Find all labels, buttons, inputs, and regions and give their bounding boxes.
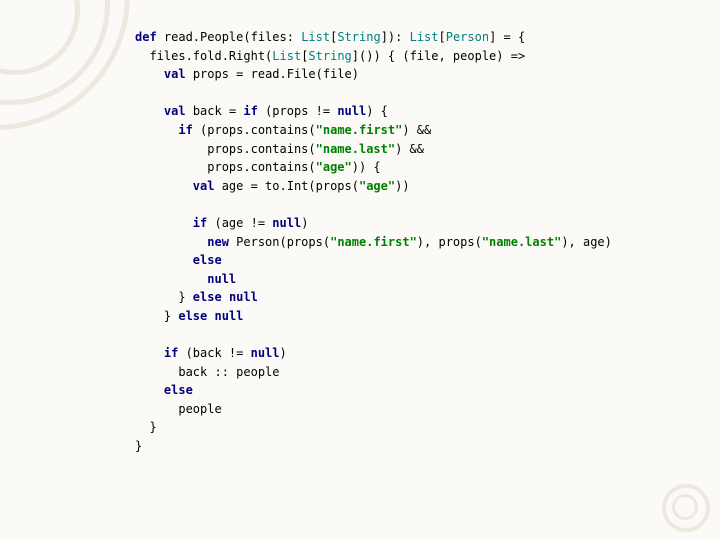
t xyxy=(135,123,178,137)
str: "name.first" xyxy=(330,235,417,249)
str: "age" xyxy=(359,179,395,193)
kw-null: null xyxy=(272,216,301,230)
type-string: String xyxy=(308,49,351,63)
kw-if: if xyxy=(164,346,178,360)
t xyxy=(135,272,207,286)
t: } xyxy=(135,290,193,304)
t: read.People(files: xyxy=(157,30,302,44)
t xyxy=(135,67,164,81)
kw-null: null xyxy=(337,104,366,118)
code-block: def read.People(files: List[String]): Li… xyxy=(135,28,612,456)
t: back = xyxy=(186,104,244,118)
t: } xyxy=(135,439,142,453)
kw-if: if xyxy=(243,104,257,118)
t xyxy=(222,290,229,304)
t: people xyxy=(135,402,222,416)
kw-if: if xyxy=(193,216,207,230)
t: props = read.File(file) xyxy=(186,67,359,81)
kw-null: null xyxy=(215,309,244,323)
t: ]): xyxy=(381,30,410,44)
kw-else: else xyxy=(193,253,222,267)
t: (props.contains( xyxy=(193,123,316,137)
type-list: List xyxy=(272,49,301,63)
t xyxy=(135,235,207,249)
t: ]()) { (file, people) => xyxy=(352,49,525,63)
t: ] = { xyxy=(489,30,525,44)
t: ) { xyxy=(366,104,388,118)
t: props.contains( xyxy=(135,160,316,174)
t: props.contains( xyxy=(135,142,316,156)
str: "name.last" xyxy=(316,142,395,156)
t: (back != xyxy=(178,346,250,360)
type-person: Person xyxy=(446,30,489,44)
t xyxy=(135,383,164,397)
t: files.fold.Right( xyxy=(135,49,272,63)
t: ) xyxy=(301,216,308,230)
t: ), props( xyxy=(417,235,482,249)
kw-else: else xyxy=(164,383,193,397)
kw-new: new xyxy=(207,235,229,249)
type-list: List xyxy=(410,30,439,44)
type-list: List xyxy=(301,30,330,44)
kw-if: if xyxy=(178,123,192,137)
t: Person(props( xyxy=(229,235,330,249)
t xyxy=(135,216,193,230)
t: } xyxy=(135,309,178,323)
kw-else: else xyxy=(193,290,222,304)
kw-val: val xyxy=(164,104,186,118)
t: [ xyxy=(439,30,446,44)
t: (props != xyxy=(258,104,337,118)
t xyxy=(135,104,164,118)
kw-null: null xyxy=(207,272,236,286)
str: "name.last" xyxy=(482,235,561,249)
kw-def: def xyxy=(135,30,157,44)
t: (age != xyxy=(207,216,272,230)
kw-else: else xyxy=(178,309,207,323)
t: ), age) xyxy=(561,235,612,249)
str: "age" xyxy=(316,160,352,174)
kw-val: val xyxy=(164,67,186,81)
bg-ring-5 xyxy=(672,494,698,520)
t: back :: people xyxy=(135,365,280,379)
kw-null: null xyxy=(251,346,280,360)
t: ) && xyxy=(402,123,431,137)
t: )) { xyxy=(352,160,381,174)
t xyxy=(207,309,214,323)
t: } xyxy=(135,420,157,434)
t: age = to.Int(props( xyxy=(214,179,359,193)
str: "name.first" xyxy=(316,123,403,137)
kw-val: val xyxy=(193,179,215,193)
t: )) xyxy=(395,179,409,193)
t xyxy=(135,179,193,193)
kw-null: null xyxy=(229,290,258,304)
t xyxy=(135,253,193,267)
t: ) xyxy=(280,346,287,360)
type-string: String xyxy=(337,30,380,44)
t: ) && xyxy=(395,142,424,156)
t xyxy=(135,346,164,360)
